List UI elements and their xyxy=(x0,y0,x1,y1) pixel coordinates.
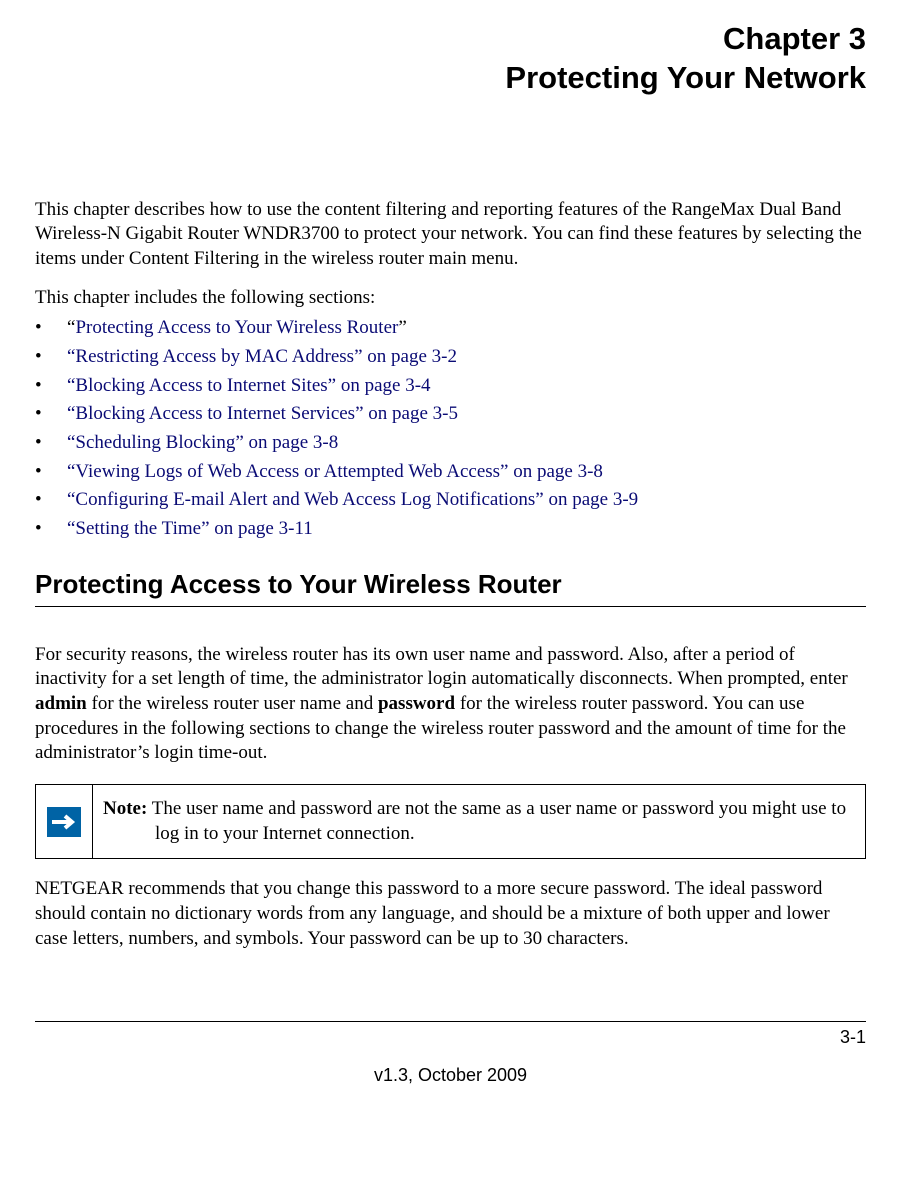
toc-link[interactable]: “Configuring E-mail Alert and Web Access… xyxy=(67,489,638,510)
sections-intro: This chapter includes the following sect… xyxy=(35,286,866,311)
toc-link[interactable]: “Restricting Access by MAC Address” on p… xyxy=(67,346,457,367)
note-icon-cell xyxy=(36,784,93,858)
chapter-number: Chapter 3 xyxy=(723,21,866,56)
toc-link[interactable]: “Blocking Access to Internet Sites” on p… xyxy=(67,375,431,396)
body-paragraph-1: For security reasons, the wireless route… xyxy=(35,643,866,766)
toc-link[interactable]: “Setting the Time” on page 3-11 xyxy=(67,518,313,539)
toc-item: “Blocking Access to Internet Services” o… xyxy=(35,402,866,427)
note-box: Note: The user name and password are not… xyxy=(35,784,866,859)
toc-item: “Configuring E-mail Alert and Web Access… xyxy=(35,488,866,513)
toc-link[interactable]: “Scheduling Blocking” on page 3-8 xyxy=(67,432,338,453)
body-paragraph-2: NETGEAR recommends that you change this … xyxy=(35,877,866,951)
section-heading: Protecting Access to Your Wireless Route… xyxy=(35,568,866,607)
toc-item: “Restricting Access by MAC Address” on p… xyxy=(35,345,866,370)
note-body: The user name and password are not the s… xyxy=(147,798,846,844)
arrow-icon xyxy=(47,807,81,837)
page-number: 3-1 xyxy=(35,1026,866,1049)
footer-version: v1.3, October 2009 xyxy=(35,1064,866,1087)
footer-separator xyxy=(35,1021,866,1022)
intro-paragraph: This chapter describes how to use the co… xyxy=(35,198,866,272)
note-text-cell: Note: The user name and password are not… xyxy=(93,784,866,858)
toc-item: “Blocking Access to Internet Sites” on p… xyxy=(35,374,866,399)
chapter-title: Chapter 3 Protecting Your Network xyxy=(35,20,866,98)
toc-link[interactable]: “Viewing Logs of Web Access or Attempted… xyxy=(67,461,603,482)
page-container: Chapter 3 Protecting Your Network This c… xyxy=(0,0,901,1117)
toc-list: “Protecting Access to Your Wireless Rout… xyxy=(35,316,866,542)
toc-item: “Scheduling Blocking” on page 3-8 xyxy=(35,431,866,456)
toc-link[interactable]: “Blocking Access to Internet Services” o… xyxy=(67,403,458,424)
toc-item: “Protecting Access to Your Wireless Rout… xyxy=(35,316,866,341)
toc-item: “Viewing Logs of Web Access or Attempted… xyxy=(35,460,866,485)
bold-admin: admin xyxy=(35,693,87,714)
toc-item: “Setting the Time” on page 3-11 xyxy=(35,517,866,542)
chapter-name: Protecting Your Network xyxy=(505,60,866,95)
bold-password: password xyxy=(378,693,455,714)
toc-link[interactable]: Protecting Access to Your Wireless Route… xyxy=(75,317,398,338)
note-label: Note: xyxy=(103,798,147,819)
